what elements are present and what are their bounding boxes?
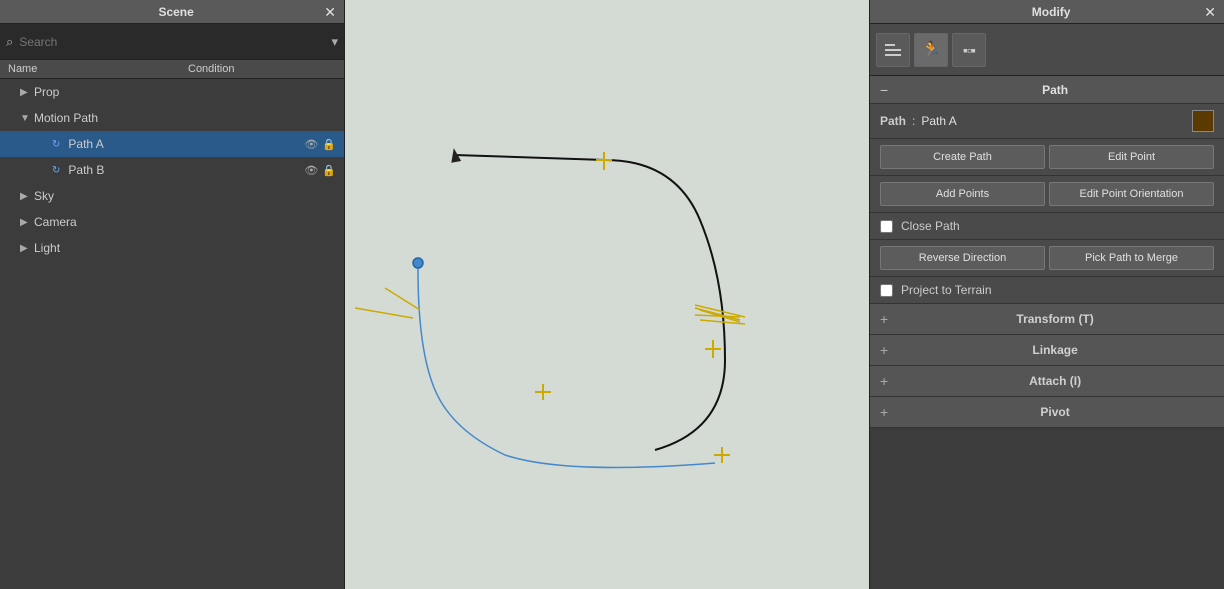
path-field-value: Path A xyxy=(921,114,1186,128)
light-arrow-icon: ▶ xyxy=(20,243,30,254)
camera-arrow-icon: ▶ xyxy=(20,217,30,228)
motion-path-arrow-icon: ▼ xyxy=(20,113,30,124)
scene-search-bar: ⌕ ▾ xyxy=(0,24,344,60)
reverse-direction-button[interactable]: Reverse Direction xyxy=(880,246,1045,270)
create-edit-buttons: Create Path Edit Point xyxy=(870,139,1224,176)
tree-header: Name Condition xyxy=(0,60,344,79)
linkage-header[interactable]: + Linkage xyxy=(870,335,1224,365)
close-path-row: Close Path xyxy=(870,213,1224,240)
modify-close-button[interactable]: ✕ xyxy=(1204,5,1216,19)
edit-point-button[interactable]: Edit Point xyxy=(1049,145,1214,169)
transform-section: + Transform (T) xyxy=(870,304,1224,335)
add-points-button[interactable]: Add Points xyxy=(880,182,1045,206)
transform-header[interactable]: + Transform (T) xyxy=(870,304,1224,334)
run-icon: 🏃 xyxy=(921,40,941,60)
pivot-header[interactable]: + Pivot xyxy=(870,397,1224,427)
modify-panel: Modify ✕ 🏃 ▪▫▪ − Path Path : Path A xyxy=(869,0,1224,589)
close-path-checkbox[interactable] xyxy=(880,220,893,233)
close-path-label: Close Path xyxy=(901,219,960,233)
path-b-lock-icon[interactable]: 🔒 xyxy=(322,164,336,177)
tree-item-path-a[interactable]: ↻ Path A 👁 🔒 xyxy=(0,131,344,157)
project-to-terrain-row: Project to Terrain xyxy=(870,277,1224,304)
add-edit-orient-buttons: Add Points Edit Point Orientation xyxy=(870,176,1224,213)
search-input[interactable] xyxy=(19,35,331,49)
create-path-button[interactable]: Create Path xyxy=(880,145,1045,169)
pivot-section: + Pivot xyxy=(870,397,1224,428)
search-icon: ⌕ xyxy=(6,34,13,50)
pivot-plus-icon: + xyxy=(880,404,888,420)
path-row: Path : Path A xyxy=(870,104,1224,139)
tree-item-motion-path[interactable]: ▼ Motion Path xyxy=(0,105,344,131)
tree-item-path-b[interactable]: ↻ Path B 👁 🔒 xyxy=(0,157,344,183)
scene-tree: ▶ Prop ▼ Motion Path ↻ Path A 👁 🔒 ↻ Path… xyxy=(0,79,344,589)
viewport[interactable] xyxy=(345,0,869,589)
path-b-eye-icon[interactable]: 👁 xyxy=(304,164,318,177)
reverse-merge-buttons: Reverse Direction Pick Path to Merge xyxy=(870,240,1224,277)
toolbar-checker-button[interactable]: ▪▫▪ xyxy=(952,33,986,67)
scene-panel: Scene ✕ ⌕ ▾ Name Condition ▶ Prop ▼ Moti… xyxy=(0,0,345,589)
toolbar-run-button[interactable]: 🏃 xyxy=(914,33,948,67)
linkage-plus-icon: + xyxy=(880,342,888,358)
path-section-minus-icon[interactable]: − xyxy=(880,82,888,98)
prop-arrow-icon: ▶ xyxy=(20,87,30,98)
tree-item-camera[interactable]: ▶ Camera xyxy=(0,209,344,235)
attach-section: + Attach (I) xyxy=(870,366,1224,397)
modify-content: − Path Path : Path A Create Path Edit Po… xyxy=(870,76,1224,589)
linkage-title: Linkage xyxy=(896,343,1214,357)
attach-plus-icon: + xyxy=(880,373,888,389)
path-a-eye-icon[interactable]: 👁 xyxy=(304,138,318,151)
linkage-section: + Linkage xyxy=(870,335,1224,366)
checker-icon: ▪▫▪ xyxy=(963,42,975,58)
toolbar-sliders-button[interactable] xyxy=(876,33,910,67)
path-section-title: Path xyxy=(896,83,1214,97)
search-dropdown-icon[interactable]: ▾ xyxy=(331,34,338,50)
attach-title: Attach (I) xyxy=(896,374,1214,388)
transform-plus-icon: + xyxy=(880,311,888,327)
path-color-swatch[interactable] xyxy=(1192,110,1214,132)
path-b-type-icon: ↻ xyxy=(52,165,60,176)
scene-panel-header: Scene ✕ xyxy=(0,0,344,24)
attach-header[interactable]: + Attach (I) xyxy=(870,366,1224,396)
path-a-type-icon: ↻ xyxy=(52,139,60,150)
modify-panel-header: Modify ✕ xyxy=(870,0,1224,24)
modify-toolbar: 🏃 ▪▫▪ xyxy=(870,24,1224,76)
sky-arrow-icon: ▶ xyxy=(20,191,30,202)
modify-panel-title: Modify xyxy=(898,5,1204,19)
pivot-title: Pivot xyxy=(896,405,1214,419)
sliders-icon xyxy=(885,44,901,56)
tree-header-name: Name xyxy=(8,63,188,75)
scene-close-button[interactable]: ✕ xyxy=(324,5,336,19)
scene-panel-title: Scene xyxy=(28,5,324,19)
tree-header-condition: Condition xyxy=(188,63,234,75)
path-field-label: Path xyxy=(880,114,906,128)
path-section-header: − Path xyxy=(870,76,1224,104)
edit-point-orientation-button[interactable]: Edit Point Orientation xyxy=(1049,182,1214,206)
transform-title: Transform (T) xyxy=(896,312,1214,326)
pick-path-to-merge-button[interactable]: Pick Path to Merge xyxy=(1049,246,1214,270)
tree-item-light[interactable]: ▶ Light xyxy=(0,235,344,261)
tree-item-prop[interactable]: ▶ Prop xyxy=(0,79,344,105)
project-to-terrain-checkbox[interactable] xyxy=(880,284,893,297)
path-a-lock-icon[interactable]: 🔒 xyxy=(322,138,336,151)
project-to-terrain-label: Project to Terrain xyxy=(901,283,992,297)
tree-item-sky[interactable]: ▶ Sky xyxy=(0,183,344,209)
